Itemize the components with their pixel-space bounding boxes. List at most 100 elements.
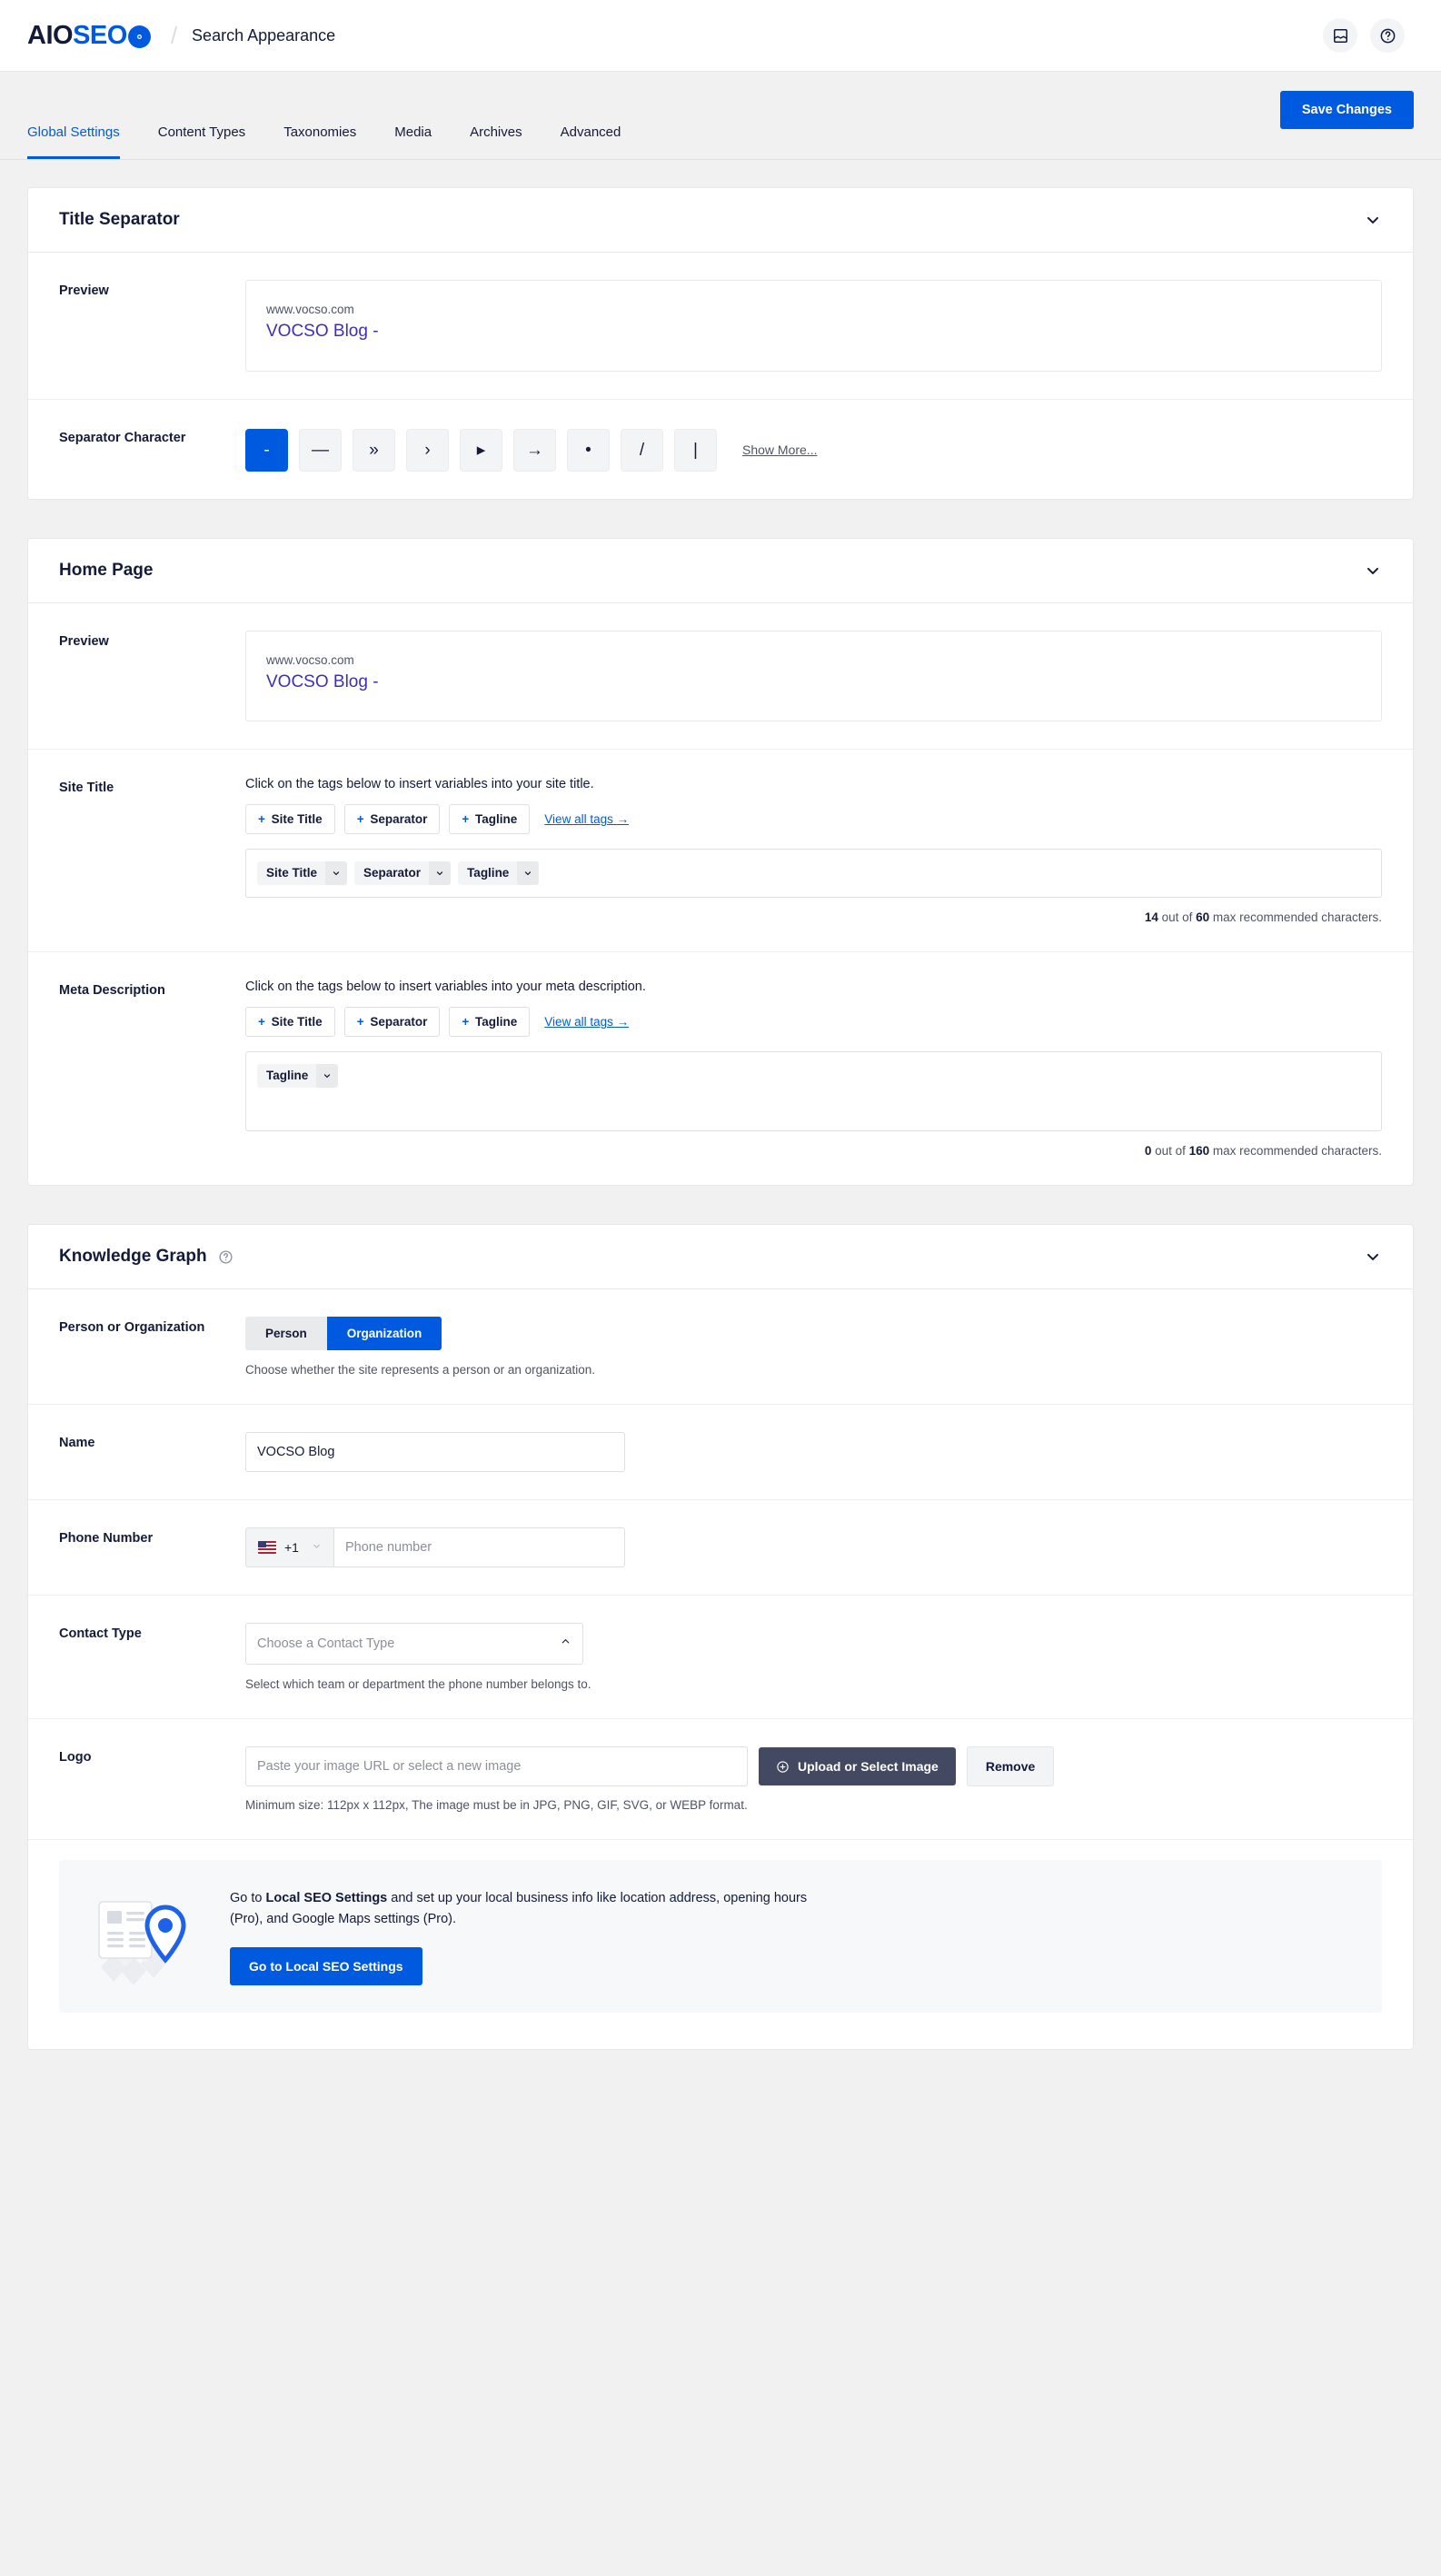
banner-text-bold: Local SEO Settings [266,1891,388,1905]
separator-option-single-angle[interactable]: › [406,429,449,472]
separator-options: - — » › ▸ → • / | Show More... [245,427,1382,472]
meta-description-row: Meta Description Click on the tags below… [28,952,1413,1185]
us-flag-icon [258,1541,276,1554]
banner-text-part1: Go to [230,1891,266,1905]
chip-tagline[interactable]: Tagline [458,861,539,885]
preview-label: Preview [59,280,245,372]
help-circle-icon[interactable] [1370,18,1405,53]
chip-label: Tagline [458,861,517,885]
chip-separator[interactable]: Separator [354,861,451,885]
title-separator-heading: Title Separator [59,210,180,230]
chevron-down-icon[interactable] [1364,1248,1382,1266]
separator-option-bullet[interactable]: • [567,429,610,472]
local-seo-banner-body: Go to Local SEO Settings and set up your… [230,1888,1351,1985]
local-seo-banner: Go to Local SEO Settings and set up your… [59,1860,1382,2013]
contact-type-note: Select which team or department the phon… [245,1677,1382,1691]
search-preview-box: www.vocso.com VOCSO Blog - [245,631,1382,722]
chevron-down-icon[interactable] [429,861,451,885]
logo-url-input[interactable] [245,1746,748,1786]
tab-global-settings[interactable]: Global Settings [27,124,120,159]
plus-icon: + [462,1015,469,1029]
home-page-header[interactable]: Home Page [28,539,1413,603]
chip-label: Tagline [257,1064,316,1088]
person-organization-note: Choose whether the site represents a per… [245,1363,1382,1377]
toggle-option-person[interactable]: Person [245,1317,327,1350]
phone-input-group: +1 [245,1527,625,1567]
site-title-input[interactable]: Site Title Separator Tagline [245,849,1382,898]
home-page-card: Home Page Preview www.vocso.com VOCSO Bl… [27,538,1414,1187]
add-site-title-tag-button[interactable]: + Site Title [245,1007,335,1037]
char-count-mid: out of [1151,1144,1188,1158]
tab-taxonomies[interactable]: Taxonomies [283,124,356,159]
tab-archives[interactable]: Archives [470,124,522,159]
meta-description-label: Meta Description [59,980,245,1158]
chevron-down-icon[interactable] [316,1064,338,1088]
site-title-label: Site Title [59,777,245,924]
tag-button-label: Tagline [475,1015,517,1029]
inbox-icon[interactable] [1323,18,1357,53]
show-more-link[interactable]: Show More... [742,443,817,457]
remove-logo-button[interactable]: Remove [967,1746,1054,1786]
contact-type-row: Contact Type Choose a Contact Type Selec… [28,1596,1413,1719]
separator-option-pipe[interactable]: | [674,429,717,472]
person-organization-toggle: Person Organization [245,1317,442,1350]
contact-type-select[interactable]: Choose a Contact Type [245,1623,583,1665]
tab-content-types[interactable]: Content Types [158,124,245,159]
chevron-down-icon[interactable] [517,861,539,885]
chevron-down-icon[interactable] [1364,211,1382,229]
country-code-value: +1 [284,1540,299,1555]
title-separator-header[interactable]: Title Separator [28,188,1413,253]
preview-body: www.vocso.com VOCSO Blog - [245,631,1382,722]
phone-number-input[interactable] [333,1527,625,1567]
country-code-select[interactable]: +1 [245,1527,333,1567]
tab-media[interactable]: Media [394,124,432,159]
knowledge-graph-header[interactable]: Knowledge Graph [28,1225,1413,1289]
plus-icon: + [357,812,364,826]
name-input[interactable] [245,1432,625,1472]
toggle-option-organization[interactable]: Organization [327,1317,442,1350]
logo-text-seo: SEO [73,21,127,51]
tab-advanced[interactable]: Advanced [561,124,621,159]
local-seo-map-pin-illustration [90,1887,208,1985]
contact-type-placeholder: Choose a Contact Type [257,1636,394,1651]
local-seo-banner-text: Go to Local SEO Settings and set up your… [230,1888,830,1931]
upload-or-select-image-button[interactable]: Upload or Select Image [759,1747,956,1785]
tag-button-label: Tagline [475,812,517,826]
chevron-up-icon[interactable] [560,1636,571,1652]
char-count-mid: out of [1158,910,1196,924]
separator-option-triangle[interactable]: ▸ [460,429,502,472]
add-tagline-tag-button[interactable]: + Tagline [449,804,530,834]
add-separator-tag-button[interactable]: + Separator [344,804,441,834]
chevron-down-icon[interactable] [1364,562,1382,580]
chip-site-title[interactable]: Site Title [257,861,347,885]
add-separator-tag-button[interactable]: + Separator [344,1007,441,1037]
person-or-organization-label: Person or Organization [59,1317,245,1377]
name-label: Name [59,1432,245,1472]
separator-option-emdash[interactable]: — [299,429,342,472]
chevron-down-icon[interactable] [312,1539,322,1556]
help-circle-icon[interactable] [218,1249,234,1265]
char-count-current: 14 [1145,910,1158,924]
separator-option-slash[interactable]: / [621,429,663,472]
save-changes-button[interactable]: Save Changes [1280,91,1414,129]
plus-icon: + [357,1015,364,1029]
meta-description-input[interactable]: Tagline [245,1051,1382,1131]
separator-option-arrow[interactable]: → [513,429,556,472]
go-to-local-seo-settings-button[interactable]: Go to Local SEO Settings [230,1947,422,1985]
aioseo-logo[interactable]: AIOSEO [27,21,151,51]
site-title-char-count: 14 out of 60 max recommended characters. [245,910,1382,924]
home-preview-row: Preview www.vocso.com VOCSO Blog - [28,603,1413,751]
logo-label: Logo [59,1746,245,1812]
view-all-tags-link[interactable]: View all tags → [544,1015,629,1029]
title-separator-card: Title Separator Preview www.vocso.com VO… [27,187,1414,500]
preview-label: Preview [59,631,245,722]
separator-option-double-angle[interactable]: » [353,429,395,472]
add-tagline-tag-button[interactable]: + Tagline [449,1007,530,1037]
view-all-tags-link[interactable]: View all tags → [544,812,629,826]
chevron-down-icon[interactable] [325,861,347,885]
chip-tagline[interactable]: Tagline [257,1064,338,1088]
chip-label: Site Title [257,861,325,885]
separator-option-hyphen[interactable]: - [245,429,288,472]
logo-controls: Upload or Select Image Remove [245,1746,1382,1786]
add-site-title-tag-button[interactable]: + Site Title [245,804,335,834]
